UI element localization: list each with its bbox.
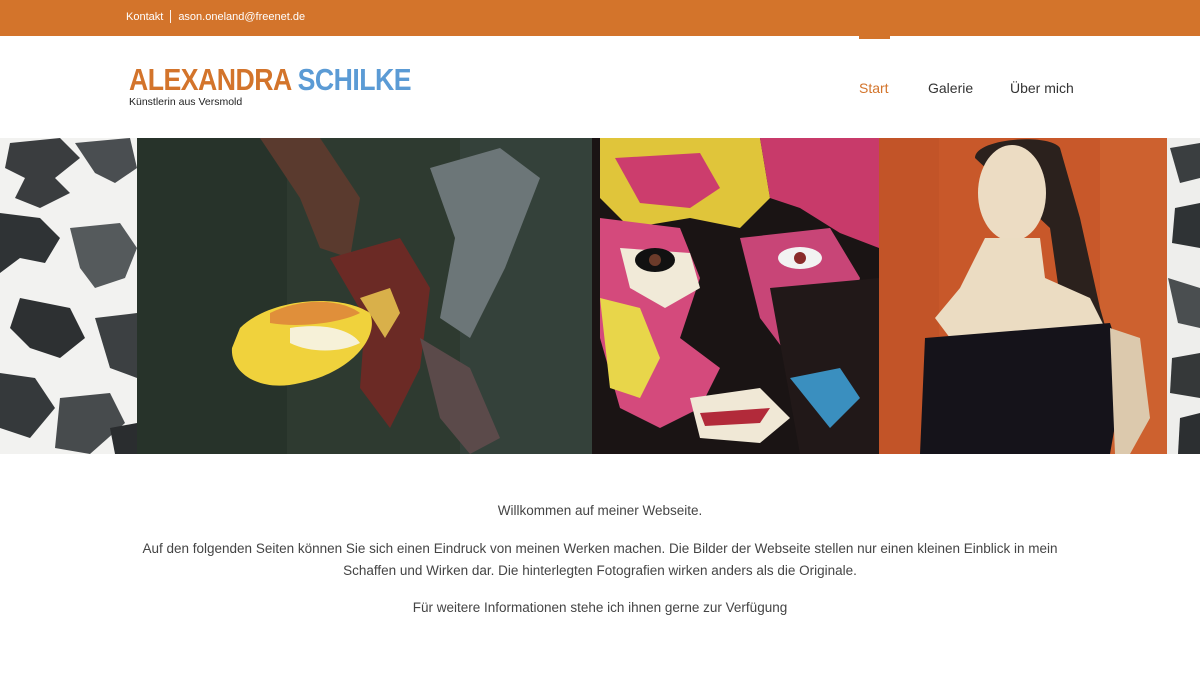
artwork-banner xyxy=(0,138,1200,454)
main-nav: Start Galerie Über mich xyxy=(0,36,1200,138)
email-link[interactable]: ason.oneland@freenet.de xyxy=(178,11,305,23)
contact-link[interactable]: Kontakt xyxy=(126,11,163,23)
site-header: ALEXANDRA SCHILKE Künstlerin aus Versmol… xyxy=(0,36,1200,138)
artwork-pop-art-face xyxy=(592,138,879,454)
top-bar: Kontakt ason.oneland@freenet.de xyxy=(0,0,1200,36)
nav-item-ueber-mich[interactable]: Über mich xyxy=(1010,80,1074,96)
artwork-abstract-black-white xyxy=(0,138,137,454)
nav-item-galerie[interactable]: Galerie xyxy=(928,80,973,96)
contact-links: Kontakt ason.oneland@freenet.de xyxy=(126,10,305,23)
nav-item-start[interactable]: Start xyxy=(859,80,889,96)
welcome-text: Willkommen auf meiner Webseite. xyxy=(497,503,703,518)
intro-text: Auf den folgenden Seiten können Sie sich… xyxy=(142,541,1058,578)
artwork-abstract-edge xyxy=(1167,138,1200,454)
active-nav-indicator xyxy=(859,36,890,39)
divider xyxy=(170,10,172,23)
artwork-orchid-painting xyxy=(137,138,592,454)
artwork-woman-black-dress xyxy=(879,138,1167,454)
info-text: Für weitere Informationen stehe ich ihne… xyxy=(412,600,788,615)
